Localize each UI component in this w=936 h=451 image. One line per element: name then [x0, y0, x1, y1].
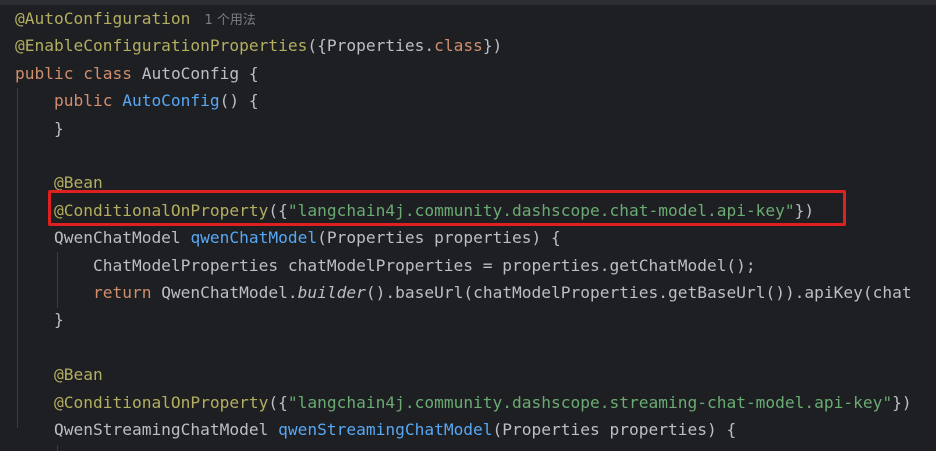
usage-hint[interactable]: 1 个用法: [204, 13, 255, 28]
code-token: () {: [219, 91, 259, 111]
code-token: ({Properties.: [307, 36, 435, 56]
code-token: "langchain4j.community.dashscope.streami…: [287, 392, 893, 412]
code-line[interactable]: @ConditionalOnProperty({"langchain4j.com…: [15, 392, 912, 414]
code-token: }): [482, 36, 503, 56]
code-line[interactable]: public AutoConfig() {: [15, 90, 259, 112]
code-token: return: [15, 283, 162, 302]
code-token: ().baseUrl(chatModelProperties.getBaseUr…: [365, 283, 912, 302]
code-line[interactable]: QwenChatModel qwenChatModel(Properties p…: [15, 227, 561, 249]
code-line[interactable]: [15, 446, 93, 451]
code-token: AutoConfig: [122, 91, 220, 111]
editor-top-border: [0, 0, 936, 5]
code-token: }): [892, 392, 912, 412]
code-line[interactable]: }: [15, 118, 64, 140]
code-token: builder: [297, 283, 366, 302]
code-line[interactable]: @AutoConfiguration 1 个用法: [15, 8, 256, 30]
code-token: qwenChatModel: [190, 228, 318, 248]
code-token: public class: [15, 63, 142, 83]
code-line[interactable]: @EnableConfigurationProperties({Properti…: [15, 35, 502, 57]
code-line[interactable]: ChatModelProperties chatModelProperties …: [15, 255, 756, 277]
code-token: QwenChatModel.: [161, 283, 298, 302]
code-line[interactable]: return QwenChatModel.builder().baseUrl(c…: [15, 282, 912, 304]
code-token: (Properties properties) {: [492, 420, 737, 439]
code-token: QwenStreamingChatModel: [15, 420, 279, 439]
code-token: ({: [268, 392, 288, 412]
code-token: public: [15, 91, 123, 111]
code-token: ChatModelProperties chatModelProperties …: [15, 255, 756, 275]
code-token: (Properties properties) {: [317, 228, 561, 248]
code-token: class: [434, 36, 483, 56]
code-line[interactable]: }: [15, 309, 64, 331]
code-token: @AutoConfiguration: [15, 9, 191, 28]
code-token: }: [15, 118, 64, 138]
code-token: @Bean: [15, 365, 103, 385]
code-editor[interactable]: @AutoConfiguration 1 个用法 @EnableConfigurat…: [0, 0, 936, 451]
code-token: @ConditionalOnProperty: [15, 392, 269, 412]
red-highlight-box: [48, 190, 846, 226]
code-token: @EnableConfigurationProperties: [15, 36, 308, 56]
code-token: }: [15, 310, 64, 330]
code-line[interactable]: QwenStreamingChatModel qwenStreamingChat…: [15, 419, 736, 441]
code-token: qwenStreamingChatModel: [278, 420, 493, 439]
code-line[interactable]: @Bean: [15, 364, 103, 386]
code-token: AutoConfig {: [141, 63, 259, 83]
code-token: QwenChatModel: [15, 228, 191, 248]
code-line[interactable]: public class AutoConfig {: [15, 63, 259, 85]
